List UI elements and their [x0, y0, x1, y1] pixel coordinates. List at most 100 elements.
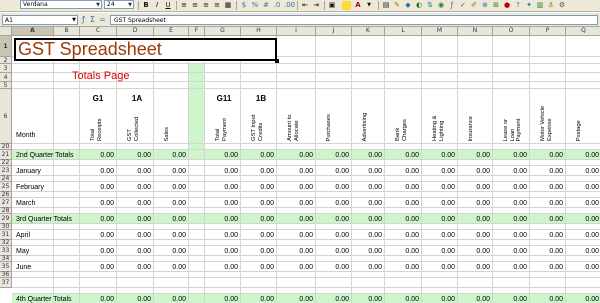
value-cell[interactable]: 0.00	[154, 184, 186, 191]
value-cell[interactable]: 0.00	[277, 200, 313, 207]
row-label[interactable]: February	[16, 184, 44, 191]
sheet-title-cell[interactable]: GST Spreadsheet	[14, 38, 277, 61]
value-cell[interactable]: 0.00	[530, 200, 563, 207]
value-cell[interactable]: 0.00	[352, 168, 382, 175]
value-cell[interactable]: 0.00	[422, 200, 455, 207]
value-cell[interactable]: 0.00	[530, 168, 563, 175]
value-cell[interactable]: 0.00	[530, 184, 563, 191]
function-wizard-icon[interactable]: ƒ	[82, 15, 85, 25]
value-cell[interactable]: 0.00	[493, 296, 527, 303]
value-cell[interactable]: 0.00	[385, 200, 419, 207]
sort-icon[interactable]: ⇅	[426, 1, 434, 9]
italic-button[interactable]: I	[153, 1, 161, 9]
value-cell[interactable]: 0.00	[316, 200, 349, 207]
value-cell[interactable]: 0.00	[422, 232, 455, 239]
value-cell[interactable]: 0.00	[566, 248, 599, 255]
value-cell[interactable]: 0.00	[530, 216, 563, 223]
value-cell[interactable]: 0.00	[277, 152, 313, 159]
merge-cells-icon[interactable]: ▦	[224, 1, 232, 9]
value-cell[interactable]: 0.00	[385, 232, 419, 239]
value-cell[interactable]: 0.00	[80, 168, 114, 175]
value-cell[interactable]: 0.00	[530, 248, 563, 255]
value-cell[interactable]: 0.00	[241, 296, 274, 303]
value-cell[interactable]: 0.00	[80, 264, 114, 271]
value-cell[interactable]: 0.00	[205, 216, 238, 223]
value-cell[interactable]: 0.00	[422, 248, 455, 255]
value-cell[interactable]: 0.00	[385, 296, 419, 303]
column-header-f[interactable]: F	[189, 27, 205, 36]
value-cell[interactable]: 0.00	[352, 248, 382, 255]
value-cell[interactable]: 0.00	[80, 152, 114, 159]
autofilter-icon[interactable]: ◐	[415, 1, 423, 9]
value-cell[interactable]: 0.00	[316, 232, 349, 239]
draw-functions-icon[interactable]: ✐	[470, 1, 478, 9]
value-cell[interactable]: 0.00	[566, 216, 599, 223]
row-header-3[interactable]: 3	[0, 64, 12, 73]
value-cell[interactable]: 0.00	[458, 200, 490, 207]
delete-decimal-icon[interactable]: .00	[284, 1, 295, 9]
value-cell[interactable]: 0.00	[566, 264, 599, 271]
column-header-p[interactable]: P	[530, 27, 566, 36]
value-cell[interactable]: 0.00	[385, 184, 419, 191]
value-cell[interactable]: 0.00	[566, 184, 599, 191]
row-header-6[interactable]: 6	[0, 89, 12, 144]
value-cell[interactable]: 0.00	[352, 200, 382, 207]
value-cell[interactable]: 0.00	[352, 232, 382, 239]
value-cell[interactable]: 0.00	[422, 152, 455, 159]
formula-input[interactable]: GST Spreadsheet	[110, 15, 598, 25]
sum-icon[interactable]: Σ	[90, 15, 95, 25]
value-cell[interactable]: 0.00	[205, 152, 238, 159]
gallery-icon[interactable]: ⊞	[492, 1, 500, 9]
value-cell[interactable]: 0.00	[277, 264, 313, 271]
value-cell[interactable]: 0.00	[154, 232, 186, 239]
value-cell[interactable]: 0.00	[117, 216, 151, 223]
data-sources-icon[interactable]: ▥	[536, 1, 544, 9]
value-cell[interactable]: 0.00	[277, 232, 313, 239]
number-format-icon[interactable]: $	[240, 1, 248, 9]
value-cell[interactable]: 0.00	[352, 216, 382, 223]
value-cell[interactable]: 0.00	[205, 168, 238, 175]
settings-icon[interactable]: ⚙	[558, 1, 566, 9]
value-cell[interactable]: 0.00	[277, 248, 313, 255]
value-cell[interactable]: 0.00	[458, 216, 490, 223]
value-cell[interactable]: 0.00	[493, 200, 527, 207]
standard-format-icon[interactable]: #	[262, 1, 270, 9]
value-cell[interactable]: 0.00	[530, 232, 563, 239]
value-cell[interactable]: 0.00	[241, 152, 274, 159]
font-name-select[interactable]: Verdana ▼	[20, 0, 102, 9]
value-cell[interactable]: 0.00	[154, 296, 186, 303]
row-label[interactable]: March	[16, 200, 35, 207]
decrease-indent-icon[interactable]: ⇤	[301, 1, 309, 9]
column-header-h[interactable]: H	[241, 27, 277, 36]
value-cell[interactable]: 0.00	[493, 152, 527, 159]
row-label[interactable]: 2nd Quarter Totals	[16, 152, 73, 159]
value-cell[interactable]: 0.00	[385, 152, 419, 159]
value-cell[interactable]: 0.00	[316, 296, 349, 303]
value-cell[interactable]: 0.00	[566, 296, 599, 303]
row-header-2[interactable]: 2	[0, 57, 12, 64]
value-cell[interactable]: 0.00	[154, 216, 186, 223]
value-cell[interactable]: 0.00	[316, 248, 349, 255]
value-cell[interactable]: 0.00	[205, 184, 238, 191]
value-cell[interactable]: 0.00	[422, 296, 455, 303]
row-header-37[interactable]: 37	[0, 278, 12, 288]
styles-icon[interactable]: ◆	[404, 1, 412, 9]
value-cell[interactable]: 0.00	[385, 168, 419, 175]
column-header-d[interactable]: D	[117, 27, 154, 36]
font-size-select[interactable]: 24 ▼	[104, 0, 134, 9]
row-header-5[interactable]: 5	[0, 82, 12, 89]
row-label[interactable]: June	[16, 264, 31, 271]
value-cell[interactable]: 0.00	[241, 200, 274, 207]
value-cell[interactable]: 0.00	[422, 168, 455, 175]
value-cell[interactable]: 0.00	[117, 232, 151, 239]
value-cell[interactable]: 0.00	[205, 296, 238, 303]
value-cell[interactable]: 0.00	[493, 184, 527, 191]
column-header-k[interactable]: K	[352, 27, 385, 36]
bold-button[interactable]: B	[142, 1, 150, 9]
column-header-o[interactable]: O	[493, 27, 530, 36]
column-header-b[interactable]: B	[54, 27, 80, 36]
value-cell[interactable]: 0.00	[80, 248, 114, 255]
value-cell[interactable]: 0.00	[117, 184, 151, 191]
value-cell[interactable]: 0.00	[241, 232, 274, 239]
name-box[interactable]: A1 ▼	[2, 15, 78, 25]
